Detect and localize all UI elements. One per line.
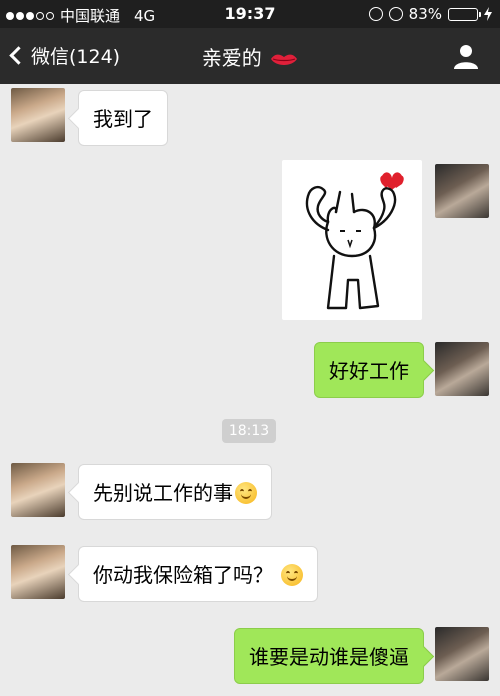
chat-header: 微信(124) 亲爱的 [0, 28, 500, 84]
message-bubble-incoming[interactable]: 我到了 [78, 90, 168, 146]
battery-icon [448, 7, 481, 21]
my-avatar[interactable] [435, 342, 489, 396]
message-text: 先别说工作的事 [93, 481, 233, 505]
message-text: 你动我保险箱了吗？ [93, 563, 273, 587]
message-bubble-incoming[interactable]: 你动我保险箱了吗？ [78, 546, 319, 602]
rotation-lock-icon [368, 7, 383, 21]
message-text: 谁要是动谁是傻逼 [249, 645, 409, 669]
message-bubble-incoming[interactable]: 先别说工作的事 [78, 464, 272, 520]
battery-percent: 83% [408, 5, 442, 23]
status-bar: 中国联通 4G 19:37 83% [0, 0, 500, 28]
alarm-icon [388, 7, 403, 21]
my-avatar[interactable] [435, 164, 489, 218]
contact-avatar[interactable] [11, 88, 65, 142]
message-timestamp: 18:13 [222, 419, 276, 443]
contact-name: 亲爱的 [201, 46, 262, 70]
chat-title: 亲爱的 [0, 42, 500, 71]
message-text: 好好工作 [329, 359, 409, 383]
smile-emoji-icon [281, 563, 304, 586]
smile-emoji-icon [235, 481, 257, 504]
message-bubble-outgoing[interactable]: 谁要是动谁是傻逼 [234, 628, 424, 684]
lips-icon [271, 54, 298, 65]
message-text: 我到了 [93, 107, 153, 131]
person-icon[interactable] [452, 42, 480, 70]
charging-icon [484, 7, 492, 21]
message-bubble-outgoing[interactable]: 好好工作 [314, 342, 424, 398]
rabbit-heart-sticker[interactable] [282, 160, 422, 320]
contact-avatar[interactable] [11, 463, 65, 517]
contact-avatar[interactable] [11, 545, 65, 599]
my-avatar[interactable] [435, 627, 489, 681]
